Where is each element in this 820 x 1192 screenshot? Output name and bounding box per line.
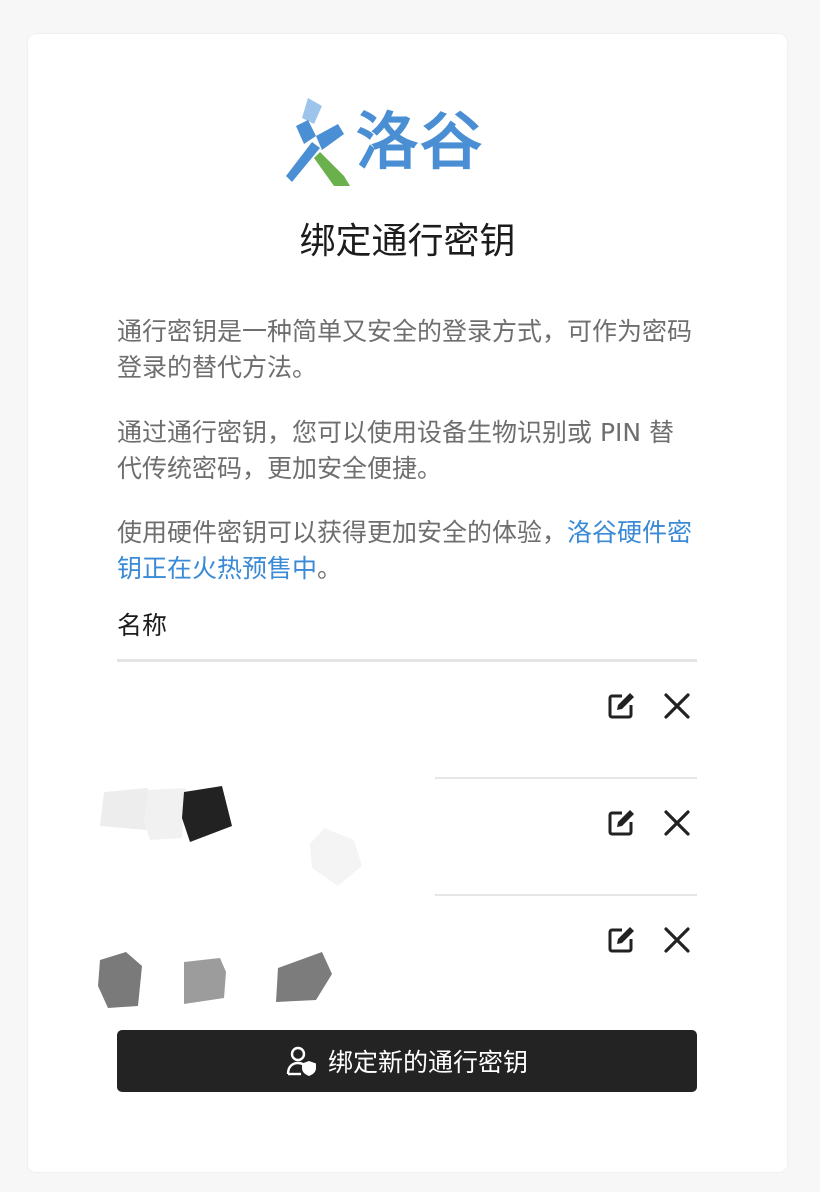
redaction-shapes	[98, 786, 362, 1008]
hardware-key-suffix: 。	[317, 554, 343, 583]
delete-button[interactable]	[657, 686, 697, 726]
edit-icon	[608, 693, 634, 719]
page-title: 绑定通行密钥	[299, 221, 516, 262]
close-icon	[664, 693, 690, 719]
bind-new-passkey-button[interactable]: 绑定新的通行密钥	[117, 1030, 697, 1092]
bind-new-passkey-label: 绑定新的通行密钥	[327, 1048, 528, 1077]
intro-paragraph: 通行密钥是一种简单又安全的登录方式，可作为密码登录的替代方法。	[117, 317, 693, 382]
passkey-card: 洛谷 绑定通行密钥 通行密钥是一种简单又安全的登录方式，可作为密码登录的替代方法…	[28, 34, 787, 1172]
table-row	[117, 662, 697, 779]
edit-icon	[608, 927, 634, 953]
close-icon	[664, 927, 690, 953]
luogu-mark-icon	[286, 98, 350, 186]
hardware-key-paragraph: 使用硬件密钥可以获得更加安全的体验，洛谷硬件密钥正在火热预售中。	[117, 515, 697, 587]
edit-button[interactable]	[601, 803, 641, 843]
hardware-key-text: 使用硬件密钥可以获得更加安全的体验，	[117, 518, 568, 547]
name-column-header: 名称	[117, 611, 168, 640]
delete-button[interactable]	[657, 803, 697, 843]
luogu-logo: 洛谷	[286, 96, 528, 188]
delete-button[interactable]	[657, 920, 697, 960]
brand-name: 洛谷	[356, 105, 485, 178]
user-shield-icon	[286, 1045, 318, 1077]
edit-icon	[608, 810, 634, 836]
biometric-paragraph: 通过通行密钥，您可以使用设备生物识别或 PIN 替代传统密码，更加安全便捷。	[117, 418, 675, 483]
close-icon	[664, 810, 690, 836]
edit-button[interactable]	[601, 920, 641, 960]
edit-button[interactable]	[601, 686, 641, 726]
